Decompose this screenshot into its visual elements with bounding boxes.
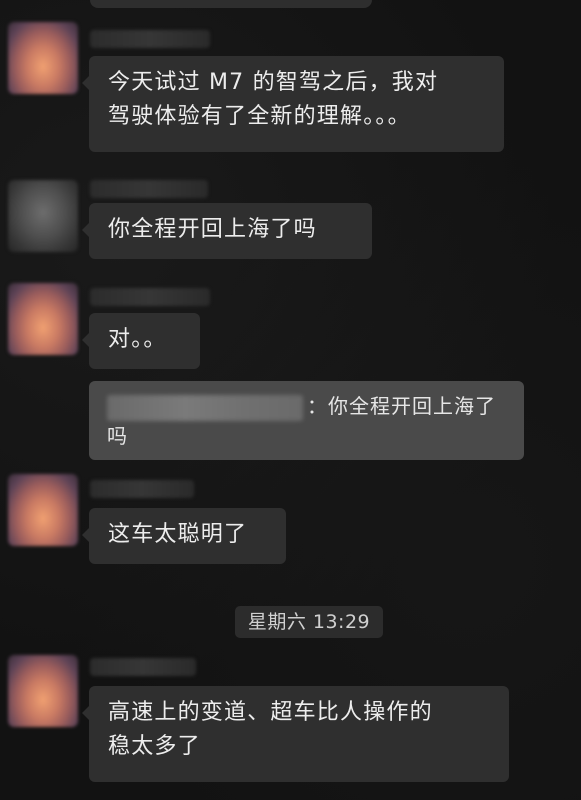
sender-name [90,480,194,498]
quote-separator: ： [307,394,328,418]
message-text-line: 对。。 [108,327,167,352]
sender-name [90,658,196,676]
message-text-line: 驾驶体验有了全新的理解。。。 [108,104,411,129]
avatar[interactable] [8,180,78,252]
avatar[interactable] [8,474,78,546]
message-text-line: 稳太多了 [108,734,201,759]
message-bubble[interactable]: 你全程开回上海了吗 [82,203,372,259]
timestamp-divider: 星期六 13:29 [235,606,383,638]
message-text-line: 高速上的变道、超车比人操作的 [108,700,433,725]
avatar[interactable] [8,655,78,727]
message-text-line: 今天试过 M7 的智驾之后，我对 [108,70,439,95]
message-text-line: 这车太聪明了 [108,522,248,547]
message-text-line: 你全程开回上海了吗 [108,217,317,242]
message-bubble[interactable]: 今天试过 M7 的智驾之后，我对 驾驶体验有了全新的理解。。。 [82,56,504,152]
message-bubble[interactable]: 这车太聪明了 [82,508,286,564]
avatar[interactable] [8,22,78,94]
sender-name [90,288,210,306]
quote-line: ：你全程开回上海了 [107,391,506,421]
quoted-sender-name [107,394,303,421]
sender-name [90,180,208,198]
quote-text-line: 吗 [107,424,128,448]
quoted-message[interactable]: ：你全程开回上海了 吗 [89,381,524,460]
message-bubble[interactable]: 高速上的变道、超车比人操作的 稳太多了 [82,686,509,782]
message-bubble[interactable]: 对。。 [82,313,200,369]
quote-text: 你全程开回上海了 [328,394,496,418]
avatar[interactable] [8,283,78,355]
sender-name [90,30,210,48]
chat-conversation: 今天试过 M7 的智驾之后，我对 驾驶体验有了全新的理解。。。 你全程开回上海了… [0,0,581,800]
previous-message-bubble[interactable] [90,0,372,8]
